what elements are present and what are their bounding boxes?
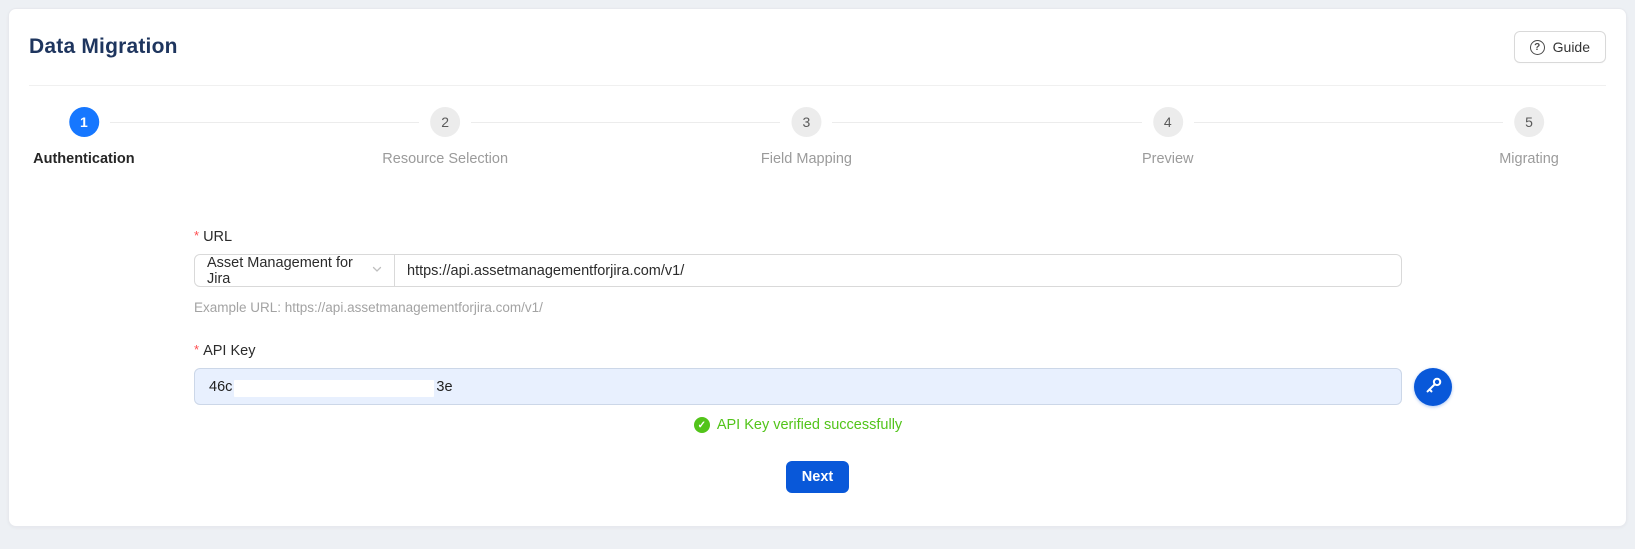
steps-progress-bar: 1 Authentication 2 Resource Selection 3 … [29, 107, 1606, 202]
api-key-redaction-block [234, 380, 434, 397]
api-key-field-label: *API Key [194, 342, 1402, 359]
api-key-input[interactable]: 46c 3e [194, 368, 1402, 405]
provider-select[interactable]: Asset Management for Jira [194, 254, 395, 287]
step-migrating: 5 Migrating [1499, 107, 1559, 167]
url-field-label: *URL [194, 228, 1402, 245]
step-authentication: 1 Authentication [33, 107, 135, 167]
step-label: Resource Selection [382, 151, 508, 167]
api-key-row: 46c 3e [194, 368, 1402, 405]
step-label: Preview [1142, 151, 1194, 167]
step-number-badge: 1 [69, 107, 99, 137]
api-key-prefix: 46c [209, 379, 232, 395]
question-circle-icon: ? [1530, 40, 1545, 55]
success-check-icon: ✓ [694, 417, 710, 433]
step-connector [471, 122, 780, 123]
page-title: Data Migration [29, 35, 178, 59]
step-resource-selection: 2 Resource Selection [382, 107, 508, 167]
api-key-section: *API Key 46c 3e [194, 342, 1402, 433]
step-number-badge: 3 [791, 107, 821, 137]
required-asterisk: * [194, 228, 199, 243]
url-input[interactable] [395, 254, 1402, 287]
api-key-suffix: 3e [436, 379, 452, 395]
step-preview: 4 Preview [1142, 107, 1194, 167]
url-example-hint: Example URL: https://api.assetmanagement… [194, 300, 1402, 315]
card-header: Data Migration ? Guide [29, 9, 1606, 86]
provider-select-value: Asset Management for Jira [207, 255, 371, 287]
key-icon [1424, 376, 1443, 398]
url-input-group: Asset Management for Jira [194, 254, 1402, 287]
guide-button[interactable]: ? Guide [1514, 31, 1606, 63]
step-field-mapping: 3 Field Mapping [761, 107, 852, 167]
step-connector [1194, 122, 1503, 123]
step-label: Field Mapping [761, 151, 852, 167]
required-asterisk: * [194, 342, 199, 357]
next-button[interactable]: Next [786, 461, 849, 493]
step-label: Authentication [33, 151, 135, 167]
api-key-status: ✓ API Key verified successfully [194, 417, 1402, 433]
step-connector [110, 122, 419, 123]
data-migration-card: Data Migration ? Guide 1 Authentication … [8, 8, 1627, 527]
step-number-badge: 5 [1514, 107, 1544, 137]
api-key-status-text: API Key verified successfully [717, 417, 902, 433]
authentication-form: *URL Asset Management for Jira Example U… [194, 228, 1402, 433]
step-connector [832, 122, 1141, 123]
verify-api-key-button[interactable] [1414, 368, 1452, 406]
next-button-row: Next [29, 461, 1606, 493]
step-number-badge: 4 [1153, 107, 1183, 137]
step-number-badge: 2 [430, 107, 460, 137]
guide-button-label: Guide [1553, 39, 1590, 55]
step-label: Migrating [1499, 151, 1559, 167]
chevron-down-icon [371, 263, 383, 279]
